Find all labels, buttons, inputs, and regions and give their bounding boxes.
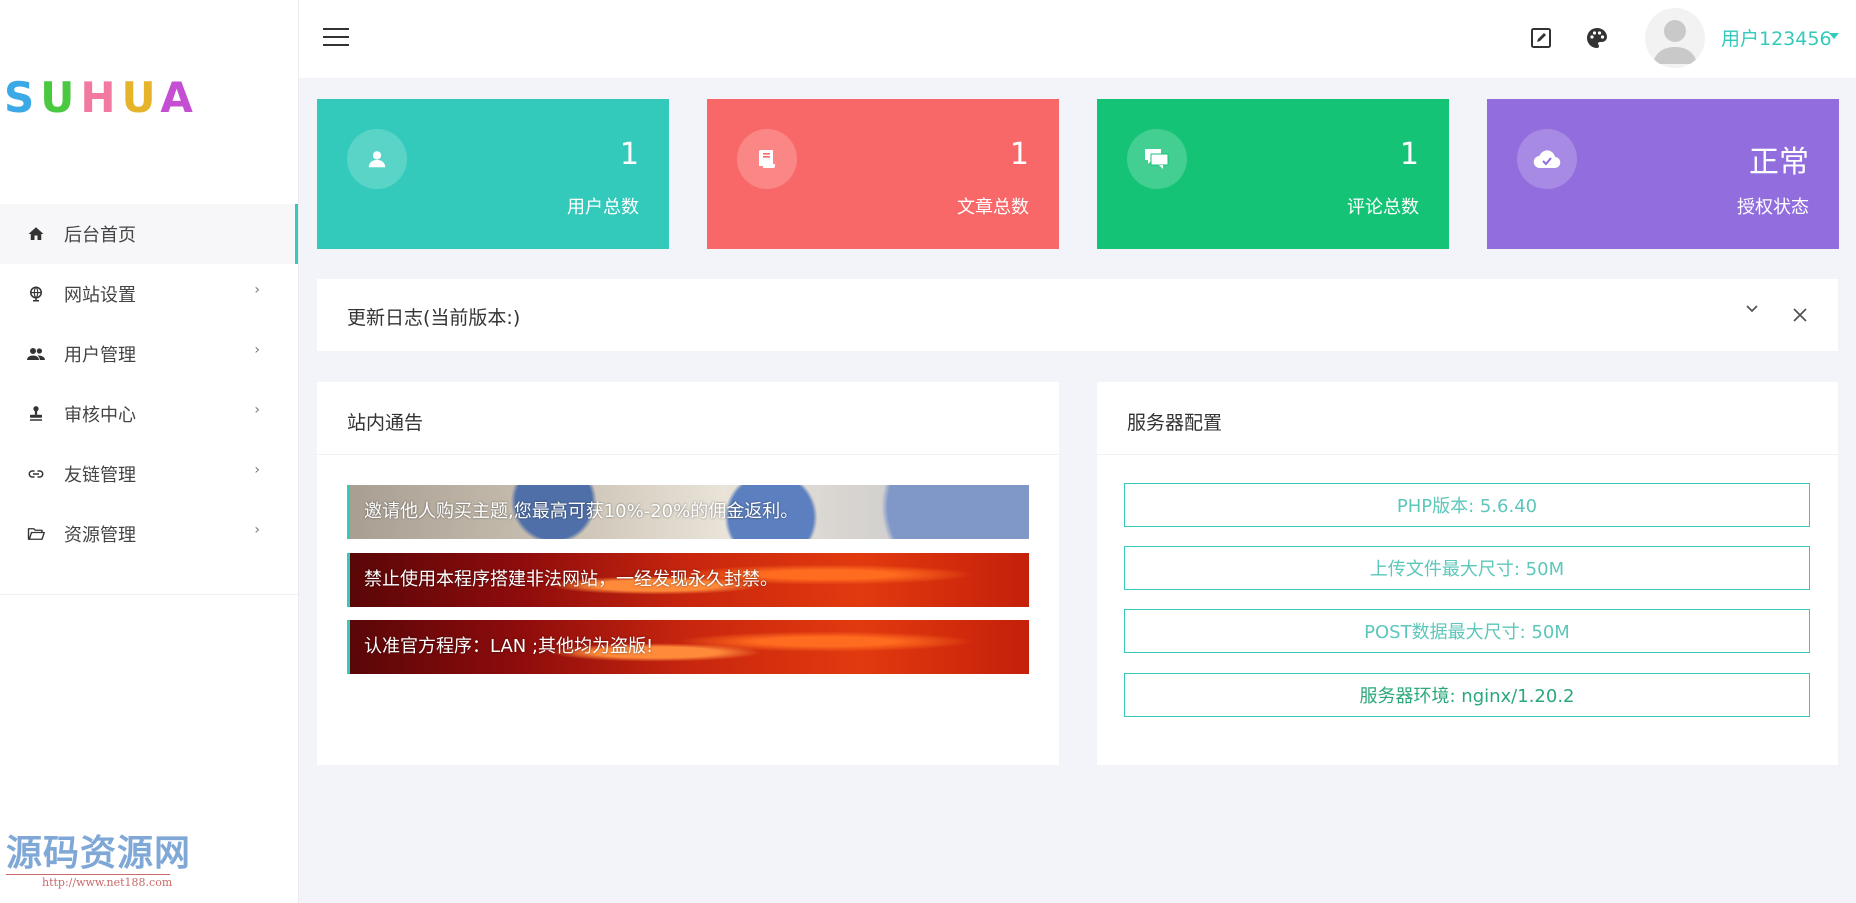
sidebar: SUHUA 后台首页 网站设置 › 用户管理 › 审核中心 › 友链管理 › 资… — [0, 0, 299, 903]
sidebar-divider — [0, 594, 298, 595]
article-icon — [737, 129, 797, 189]
close-icon[interactable] — [1792, 307, 1808, 327]
folder-icon — [26, 524, 46, 544]
comments-icon — [1127, 129, 1187, 189]
changelog-title: 更新日志(当前版本:) — [347, 307, 521, 329]
watermark-url: http://www.net188.com — [6, 874, 172, 889]
chevron-right-icon: › — [254, 402, 260, 418]
sidebar-item-label: 用户管理 — [64, 345, 136, 366]
avatar[interactable] — [1645, 8, 1705, 68]
server-post-max: POST数据最大尺寸: 50M — [1124, 609, 1810, 653]
stamp-icon — [26, 404, 46, 424]
sidebar-item-label: 后台首页 — [64, 225, 136, 246]
stat-card-articles: 1 文章总数 — [707, 99, 1059, 249]
logo-letter-h: H — [80, 73, 122, 122]
sidebar-item-user-management[interactable]: 用户管理 › — [0, 324, 298, 384]
user-icon — [347, 129, 407, 189]
link-icon — [26, 464, 46, 484]
sidebar-item-label: 审核中心 — [64, 405, 136, 426]
sidebar-item-friend-links[interactable]: 友链管理 › — [0, 444, 298, 504]
server-php-version: PHP版本: 5.6.40 — [1124, 483, 1810, 527]
notice-item[interactable]: 认准官方程序：LAN ;其他均为盗版! — [347, 620, 1029, 674]
chevron-right-icon: › — [254, 522, 260, 538]
stat-label: 授权状态 — [1737, 197, 1809, 218]
chevron-down-icon[interactable] — [1744, 301, 1760, 321]
notice-item[interactable]: 禁止使用本程序搭建非法网站，一经发现永久封禁。 — [347, 553, 1029, 607]
logo-letter-u: U — [40, 73, 81, 122]
sidebar-item-review-center[interactable]: 审核中心 › — [0, 384, 298, 444]
sidebar-item-dashboard[interactable]: 后台首页 — [0, 204, 298, 264]
sidebar-item-label: 网站设置 — [64, 285, 136, 306]
server-panel-title: 服务器配置 — [1127, 412, 1223, 434]
logo[interactable]: SUHUA — [4, 77, 294, 119]
stat-card-license: 正常 授权状态 — [1487, 99, 1839, 249]
divider — [317, 454, 1059, 455]
caret-down-icon[interactable] — [1829, 33, 1839, 39]
sidebar-item-label: 资源管理 — [64, 525, 136, 546]
user-name[interactable]: 用户123456 — [1721, 24, 1832, 51]
stat-label: 文章总数 — [957, 197, 1029, 218]
sidebar-menu: 后台首页 网站设置 › 用户管理 › 审核中心 › 友链管理 › 资源管理 › — [0, 204, 298, 564]
server-config-panel: 服务器配置 PHP版本: 5.6.40 上传文件最大尺寸: 50M POST数据… — [1097, 382, 1838, 765]
notice-panel-title: 站内通告 — [347, 412, 424, 434]
sidebar-item-resource-management[interactable]: 资源管理 › — [0, 504, 298, 564]
chevron-right-icon: › — [254, 342, 260, 358]
sidebar-item-label: 友链管理 — [64, 465, 136, 486]
sidebar-item-site-settings[interactable]: 网站设置 › — [0, 264, 298, 324]
logo-letter-u2: U — [121, 73, 161, 122]
topbar: 用户123456 — [299, 0, 1856, 78]
stat-card-comments: 1 评论总数 — [1097, 99, 1449, 249]
notice-panel: 站内通告 邀请他人购买主题,您最高可获10%-20%的佣金返利。 禁止使用本程序… — [317, 382, 1059, 765]
stat-label: 用户总数 — [567, 197, 639, 218]
divider — [1097, 454, 1838, 455]
cloud-check-icon — [1517, 129, 1577, 189]
chevron-right-icon: › — [254, 282, 260, 298]
home-icon — [26, 224, 46, 244]
chevron-right-icon: › — [254, 462, 260, 478]
stat-value: 1 — [1009, 137, 1029, 172]
server-environment: 服务器环境: nginx/1.20.2 — [1124, 673, 1810, 717]
stat-value: 正常 — [1749, 145, 1809, 180]
hamburger-icon[interactable] — [323, 28, 349, 48]
server-upload-max: 上传文件最大尺寸: 50M — [1124, 546, 1810, 590]
stat-value: 1 — [1399, 137, 1419, 172]
stat-value: 1 — [619, 137, 639, 172]
stat-label: 评论总数 — [1347, 197, 1419, 218]
notice-item[interactable]: 邀请他人购买主题,您最高可获10%-20%的佣金返利。 — [347, 485, 1029, 539]
logo-letter-a: A — [160, 73, 199, 122]
logo-letter-s: S — [4, 73, 41, 122]
edit-icon[interactable] — [1529, 26, 1553, 50]
globe-icon — [26, 284, 46, 304]
changelog-panel: 更新日志(当前版本:) — [317, 279, 1838, 351]
users-icon — [26, 344, 46, 364]
watermark: 源码资源网 http://www.net188.com — [6, 834, 191, 889]
watermark-title: 源码资源网 — [6, 833, 192, 874]
stat-card-users: 1 用户总数 — [317, 99, 669, 249]
palette-icon[interactable] — [1585, 26, 1609, 50]
